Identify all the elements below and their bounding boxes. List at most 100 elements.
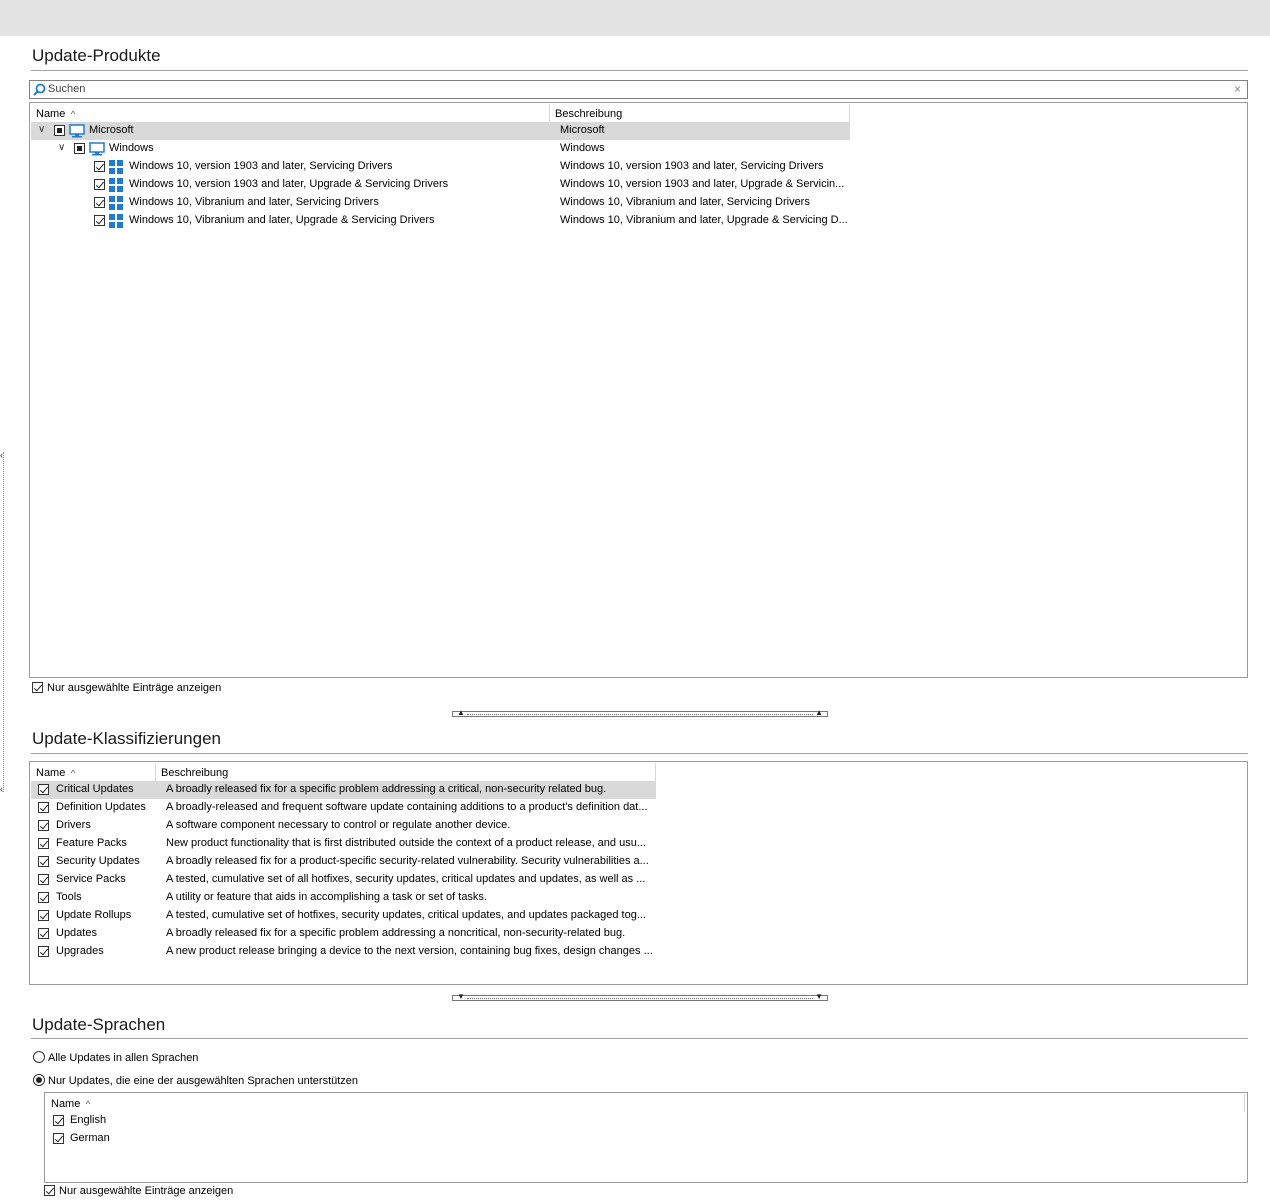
language-checkbox[interactable] [53,1133,64,1144]
tree-row-description: Windows 10, version 1903 and later, Serv… [560,160,824,172]
top-bar [0,0,1270,36]
products-tree[interactable]: Name ^ Beschreibung ∨ Microsoft Microsoft ∨… [29,102,1248,678]
classifications-list[interactable]: Name ^ Beschreibung Critical Updates A br… [29,761,1248,985]
classification-name: Updates [56,927,97,939]
expand-chevron-icon[interactable]: ∨ [58,142,65,153]
classification-description: New product functionality that is first … [166,837,646,849]
collapse-left-icon-2[interactable]: ‹ [0,784,3,794]
radio-selected-languages[interactable] [33,1074,45,1086]
classification-row[interactable]: Updates A broadly released fix for a spec… [31,925,656,943]
radio-all-languages[interactable] [33,1051,45,1063]
tree-row-name: Windows 10, version 1903 and later, Upgr… [129,178,449,190]
classification-name: Security Updates [56,855,140,867]
language-row[interactable]: English [46,1112,346,1130]
side-splitter[interactable] [0,452,4,792]
classification-checkbox[interactable] [38,820,49,831]
tree-row[interactable]: Windows 10, version 1903 and later, Serv… [31,158,850,176]
classification-row[interactable]: Critical Updates A broadly released fix f… [31,781,656,799]
classification-row[interactable]: Upgrades A new product release bringing a… [31,943,656,961]
tree-row-name: Windows 10, Vibranium and later, Upgrade… [129,214,435,226]
languages-divider [31,1038,1248,1039]
tree-row[interactable]: ∨ Microsoft Microsoft [31,122,850,140]
languages-only-selected-checkbox[interactable] [44,1185,55,1196]
collapse-down-icon-2[interactable]: ▼ [815,992,823,1001]
classification-description: A broadly-released and frequent software… [166,801,648,813]
col-divider[interactable] [155,763,156,781]
classification-name: Service Packs [56,873,126,885]
search-input[interactable]: Suchen [48,83,85,95]
collapse-down-icon[interactable]: ▼ [457,992,465,1001]
classification-description: A broadly released fix for a specific pr… [166,927,626,939]
classification-checkbox[interactable] [38,802,49,813]
classification-name: Tools [56,891,82,903]
classifications-divider [31,753,1248,754]
classification-row[interactable]: Definition Updates A broadly-released and… [31,799,656,817]
classification-checkbox[interactable] [38,874,49,885]
expand-chevron-icon[interactable]: ∨ [38,124,45,135]
classification-checkbox[interactable] [38,946,49,957]
language-checkbox[interactable] [53,1115,64,1126]
tree-row[interactable]: ∨ Windows Windows [31,140,850,158]
classification-checkbox[interactable] [38,856,49,867]
tree-row[interactable]: Windows 10, version 1903 and later, Upgr… [31,176,850,194]
tree-row-description: Windows [560,142,605,154]
tree-row[interactable]: Windows 10, Vibranium and later, Servici… [31,194,850,212]
classification-description: A software component necessary to contro… [166,819,511,831]
classification-description: A new product release bringing a device … [166,945,653,957]
splitter-bottom[interactable]: ▼ ▼ [452,992,828,1001]
classification-description: A utility or feature that aids in accomp… [166,891,487,903]
tree-checkbox[interactable] [94,161,105,172]
tree-checkbox[interactable] [94,215,105,226]
classifications-title: Update-Klassifizierungen [32,729,221,748]
tree-row-description: Microsoft [560,124,605,136]
col-divider[interactable] [655,763,656,781]
language-row[interactable]: German [46,1130,346,1148]
classification-description: A broadly released fix for a product-spe… [166,855,649,867]
tree-checkbox[interactable] [94,197,105,208]
language-name: German [70,1132,110,1144]
classification-checkbox[interactable] [38,910,49,921]
only-selected-checkbox[interactable] [32,682,43,693]
tree-row-name: Microsoft [89,124,134,136]
tree-row-description: Windows 10, version 1903 and later, Upgr… [560,178,845,190]
tree-checkbox[interactable] [54,125,65,136]
languages-only-selected-label: Nur ausgewählte Einträge anzeigen [59,1185,234,1197]
products-divider [31,70,1248,71]
splitter-top[interactable]: ▲ ▲ [452,708,828,717]
windows-icon [109,214,123,228]
classification-checkbox[interactable] [38,784,49,795]
classification-name: Feature Packs [56,837,127,849]
classification-row[interactable]: Drivers A software component necessary to… [31,817,656,835]
clear-search-icon[interactable]: × [1234,82,1241,96]
classification-description: A tested, cumulative set of hotfixes, se… [166,909,647,921]
classification-name: Drivers [56,819,91,831]
search-box[interactable]: Suchen × [29,80,1248,99]
col-divider[interactable] [1244,1094,1245,1112]
classification-checkbox[interactable] [38,928,49,939]
classification-row[interactable]: Feature Packs New product functionality t… [31,835,656,853]
classification-row[interactable]: Update Rollups A tested, cumulative set o… [31,907,656,925]
languages-list[interactable]: Name ^ English German [44,1092,1248,1183]
classification-name: Update Rollups [56,909,132,921]
classification-row[interactable]: Service Packs A tested, cumulative set of… [31,871,656,889]
language-name: English [70,1114,107,1126]
tree-row-name: Windows 10, Vibranium and later, Servici… [129,196,379,208]
tree-row-name: Windows 10, version 1903 and later, Serv… [129,160,393,172]
collapse-up-icon-2[interactable]: ▲ [815,708,823,717]
classification-name: Upgrades [56,945,104,957]
classification-row[interactable]: Security Updates A broadly released fix f… [31,853,656,871]
tree-checkbox[interactable] [74,143,85,154]
tree-row[interactable]: Windows 10, Vibranium and later, Upgrade… [31,212,850,230]
languages-title: Update-Sprachen [32,1015,166,1034]
collapse-up-icon[interactable]: ▲ [457,708,465,717]
classification-checkbox[interactable] [38,838,49,849]
col-divider[interactable] [549,104,550,122]
classification-checkbox[interactable] [38,892,49,903]
classification-description: A tested, cumulative set of all hotfixes… [166,873,646,885]
tree-checkbox[interactable] [94,179,105,190]
radio-all-languages-label: Alle Updates in allen Sprachen [48,1052,199,1064]
classification-row[interactable]: Tools A utility or feature that aids in a… [31,889,656,907]
col-divider[interactable] [849,104,850,122]
classification-description: A broadly released fix for a specific pr… [166,783,607,795]
tree-row-description: Windows 10, Vibranium and later, Servici… [560,196,810,208]
